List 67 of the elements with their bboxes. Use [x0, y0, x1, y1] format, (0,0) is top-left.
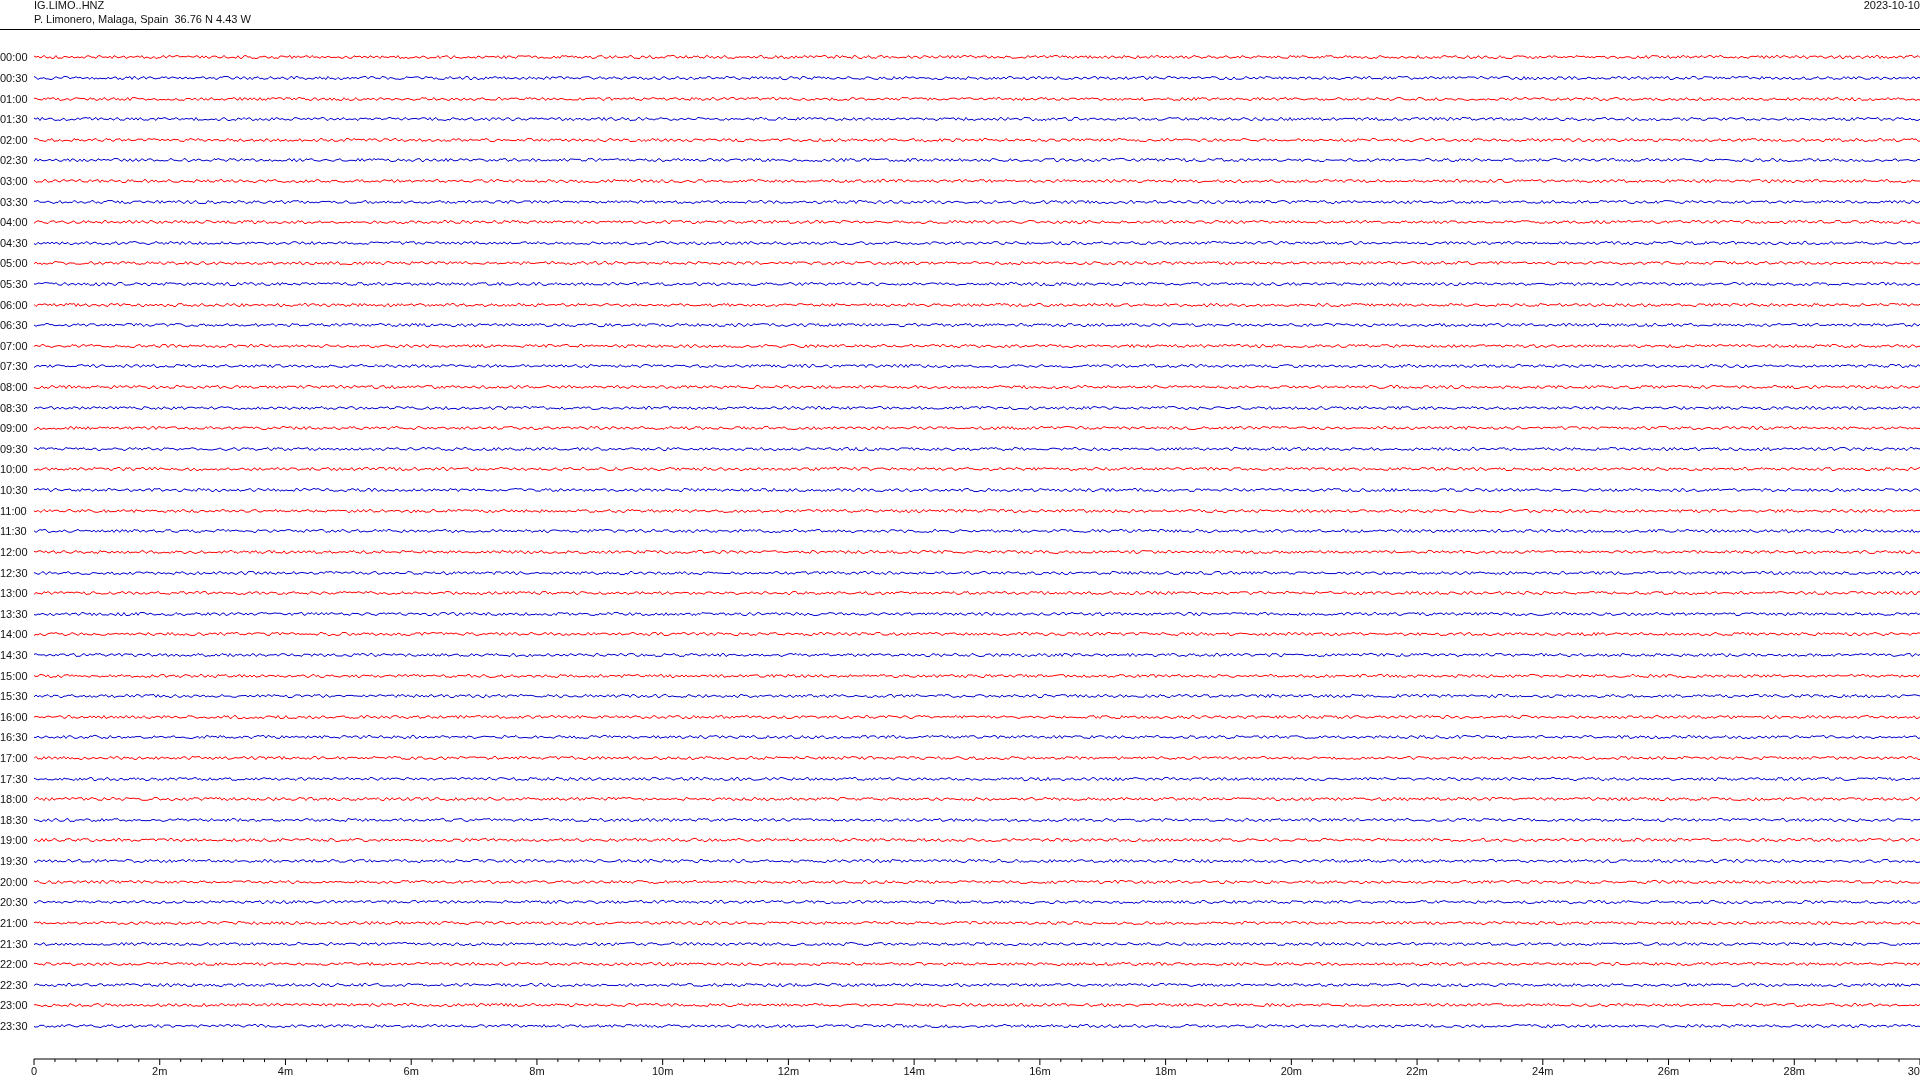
axis-label: 4m — [277, 1065, 294, 1078]
time-label: 23:00 — [0, 999, 29, 1012]
time-label: 03:00 — [0, 174, 29, 187]
axis-label: 26m — [1657, 1065, 1680, 1078]
time-label: 17:30 — [0, 772, 29, 785]
axis-label: 16m — [1029, 1065, 1051, 1078]
time-label: 15:30 — [0, 690, 29, 703]
time-label: 18:00 — [0, 793, 29, 806]
axis-label: 30 — [1907, 1065, 1920, 1078]
time-label: 11:00 — [0, 504, 28, 517]
time-label: 12:30 — [0, 566, 29, 579]
time-label: 22:30 — [0, 978, 29, 991]
time-label: 05:00 — [0, 257, 29, 270]
time-label: 01:30 — [0, 113, 29, 126]
station-code: IG.LIMO..HNZ — [34, 0, 106, 12]
time-label: 04:00 — [0, 216, 29, 229]
time-label: 00:00 — [0, 51, 29, 64]
time-label: 13:00 — [0, 587, 29, 600]
date-label: 2023-10-10 — [1863, 0, 1920, 13]
axis-label: 8m — [529, 1065, 545, 1078]
time-label: 16:00 — [0, 710, 29, 723]
time-label: 08:00 — [0, 381, 29, 394]
time-label: 06:30 — [0, 319, 29, 332]
time-label: 02:00 — [0, 133, 29, 146]
axis-label: 2m — [152, 1065, 168, 1078]
axis-label: 20m — [1280, 1065, 1303, 1078]
time-label: 20:30 — [0, 896, 29, 909]
time-label: 04:30 — [0, 236, 29, 249]
axis-label: 14m — [903, 1065, 925, 1078]
time-label: 08:30 — [0, 401, 29, 414]
axis-label: 28m — [1783, 1065, 1805, 1078]
time-label: 12:00 — [0, 545, 29, 558]
time-label: 18:30 — [0, 813, 29, 826]
axis-label: 6m — [403, 1065, 419, 1078]
station-location: P. Limonero, Malaga, Spain 36.76 N 4.43 W — [34, 12, 251, 26]
time-label: 14:30 — [0, 648, 29, 661]
time-label: 07:30 — [0, 360, 29, 373]
time-label: 10:30 — [0, 484, 29, 497]
time-label: 21:30 — [0, 937, 29, 950]
time-label: 02:30 — [0, 154, 29, 167]
time-label: 09:30 — [0, 442, 29, 455]
time-label: 20:00 — [0, 875, 29, 888]
time-label: 06:00 — [0, 298, 29, 311]
time-label: 03:30 — [0, 195, 29, 208]
time-label: 10:00 — [0, 463, 29, 476]
time-label: 16:30 — [0, 731, 29, 744]
time-label: 22:00 — [0, 958, 29, 971]
time-label: 01:00 — [0, 92, 29, 105]
time-label: 09:00 — [0, 422, 29, 435]
axis-label: 22m — [1406, 1065, 1428, 1078]
time-label: 23:30 — [0, 1019, 29, 1032]
time-label: 11:30 — [0, 525, 28, 538]
axis-label: 12m — [777, 1065, 800, 1078]
axis-label: 10m — [651, 1065, 674, 1078]
time-label: 17:00 — [0, 752, 29, 764]
time-label: 05:30 — [0, 278, 29, 290]
axis-label: 24m — [1532, 1065, 1554, 1078]
time-label: 19:30 — [0, 855, 29, 868]
time-label: 00:30 — [0, 71, 29, 84]
time-label: 07:00 — [0, 339, 29, 352]
time-label: 13:30 — [0, 607, 29, 620]
axis-label: 0 — [31, 1065, 38, 1078]
time-label: 15:00 — [0, 669, 29, 682]
axis-label: 18m — [1154, 1065, 1177, 1078]
time-label: 21:00 — [0, 916, 29, 929]
time-label: 14:00 — [0, 628, 29, 641]
time-label: 19:00 — [0, 834, 29, 847]
